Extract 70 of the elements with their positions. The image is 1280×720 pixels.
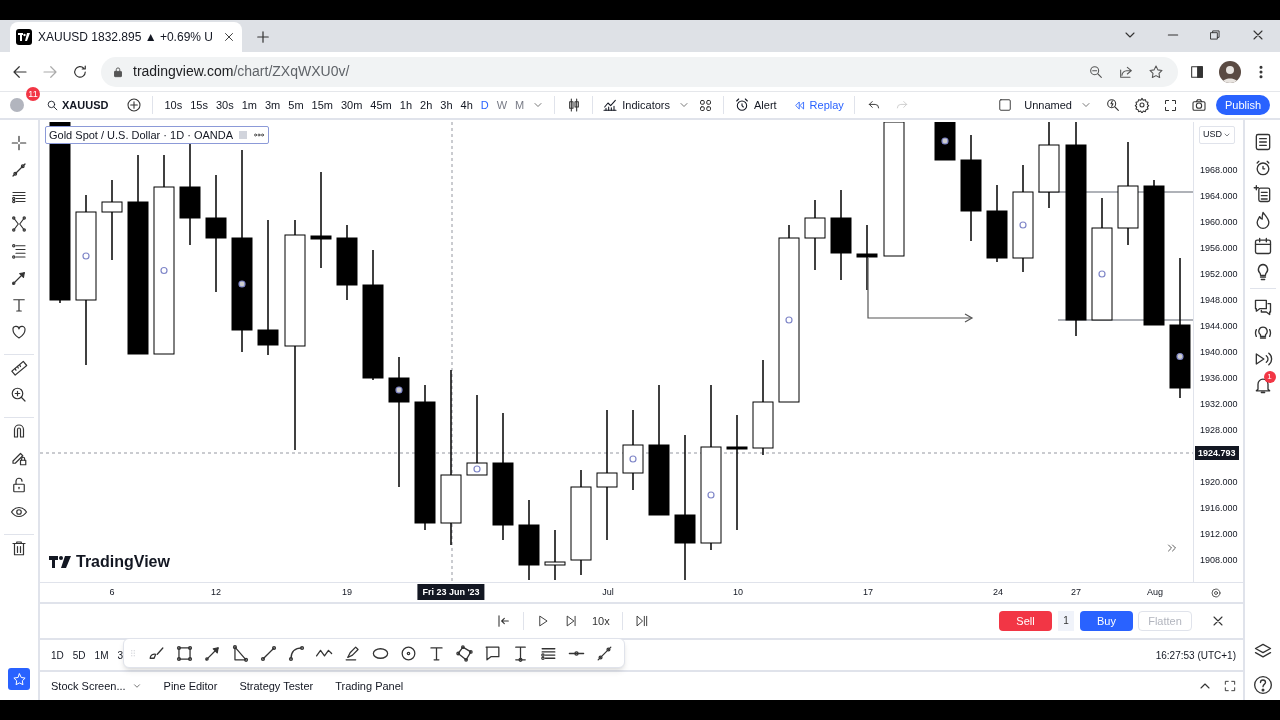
price-label: 1940.000 bbox=[1200, 346, 1238, 359]
speed-button[interactable]: 10x bbox=[592, 612, 610, 630]
alert-badge: 1 bbox=[1263, 371, 1276, 383]
panel-tab[interactable]: Pine Editor bbox=[163, 677, 218, 695]
price-label: 1960.000 bbox=[1200, 216, 1238, 229]
panel-tab[interactable]: Trading Panel bbox=[335, 677, 404, 695]
replay-button[interactable]: Replay bbox=[792, 96, 844, 114]
buy-button[interactable]: Buy bbox=[1080, 611, 1133, 631]
price-label: 1928.000 bbox=[1200, 424, 1238, 437]
interval-button[interactable]: 3h bbox=[440, 96, 453, 114]
tab-title: XAUUSD 1832.895 ▲ +0.69% U bbox=[38, 29, 214, 46]
range-button[interactable]: 1M bbox=[94, 647, 109, 663]
price-label: 1908.000 bbox=[1200, 554, 1238, 567]
range-button[interactable]: 5D bbox=[72, 647, 86, 663]
interval-button[interactable]: 3m bbox=[265, 96, 281, 114]
layout-name-button[interactable]: Unnamed bbox=[1024, 96, 1072, 114]
price-label: 1956.000 bbox=[1200, 242, 1238, 255]
price-label: 1964.000 bbox=[1200, 190, 1238, 203]
symbol-search[interactable]: XAUUSD bbox=[46, 96, 109, 114]
range-button[interactable]: 1D bbox=[51, 647, 64, 663]
interval-button[interactable]: 1m bbox=[241, 96, 257, 114]
current-price-label: 1924.793 bbox=[1195, 446, 1239, 460]
price-label: 1920.000 bbox=[1200, 476, 1238, 489]
time-label: 19 bbox=[342, 586, 352, 599]
interval-button[interactable]: 2h bbox=[420, 96, 433, 114]
interval-button[interactable]: 10s bbox=[164, 96, 183, 114]
browser-tab[interactable]: XAUUSD 1832.895 ▲ +0.69% U bbox=[10, 22, 242, 52]
time-label: 24 bbox=[993, 586, 1003, 599]
alert-button[interactable]: Alert bbox=[734, 96, 777, 114]
price-label: 1932.000 bbox=[1200, 398, 1238, 411]
panel-tab[interactable]: Strategy Tester bbox=[239, 677, 314, 695]
panel-tab[interactable]: Stock Screen... bbox=[51, 677, 126, 695]
time-label: 12 bbox=[211, 586, 221, 599]
interval-button[interactable]: 45m bbox=[370, 96, 392, 114]
logo-text: TradingView bbox=[76, 552, 170, 572]
price-label: 1944.000 bbox=[1200, 320, 1238, 333]
notification-badge: 11 bbox=[26, 87, 40, 101]
publish-button[interactable]: Publish bbox=[1215, 95, 1270, 115]
legend-text: Gold Spot / U.S. Dollar · 1D · OANDA bbox=[49, 127, 233, 143]
time-label: Fri 23 Jun '23 bbox=[417, 584, 485, 600]
time-label: 27 bbox=[1071, 586, 1081, 599]
url-text: tradingview.com/chart/ZXqWXU0v/ bbox=[133, 62, 351, 81]
time-label: Jul bbox=[602, 586, 614, 599]
interval-button[interactable]: M bbox=[515, 96, 525, 114]
price-label: 1948.000 bbox=[1200, 294, 1238, 307]
interval-button[interactable]: 15s bbox=[190, 96, 208, 114]
price-label: 1912.000 bbox=[1200, 528, 1238, 541]
price-label: 1936.000 bbox=[1200, 372, 1238, 385]
time-label: Aug bbox=[1147, 586, 1163, 599]
interval-button[interactable]: 15m bbox=[311, 96, 333, 114]
interval-button[interactable]: D bbox=[480, 96, 489, 114]
interval-button[interactable]: 4h bbox=[460, 96, 473, 114]
sell-button[interactable]: Sell bbox=[999, 611, 1052, 631]
time-label: 10 bbox=[733, 586, 743, 599]
interval-button[interactable]: W bbox=[496, 96, 508, 114]
interval-button[interactable]: 30m bbox=[340, 96, 363, 114]
address-field[interactable]: tradingview.com/chart/ZXqWXU0v/ bbox=[101, 56, 1178, 87]
time-label: 17 bbox=[863, 586, 873, 599]
currency-dropdown[interactable]: USD bbox=[1199, 126, 1235, 144]
price-label: 1916.000 bbox=[1200, 502, 1238, 515]
time-label: 6 bbox=[109, 586, 115, 599]
interval-button[interactable]: 5m bbox=[288, 96, 304, 114]
clock-text: 16:27:53 (UTC+1) bbox=[1155, 648, 1236, 663]
quantity-field[interactable]: 1 bbox=[1058, 611, 1074, 631]
interval-button[interactable]: 1h bbox=[399, 96, 412, 114]
indicators-button[interactable]: Indicators bbox=[602, 96, 670, 114]
range-button[interactable]: 3 bbox=[117, 647, 124, 663]
interval-button[interactable]: 30s bbox=[215, 96, 234, 114]
price-label: 1968.000 bbox=[1200, 164, 1238, 177]
price-label: 1952.000 bbox=[1200, 268, 1238, 281]
